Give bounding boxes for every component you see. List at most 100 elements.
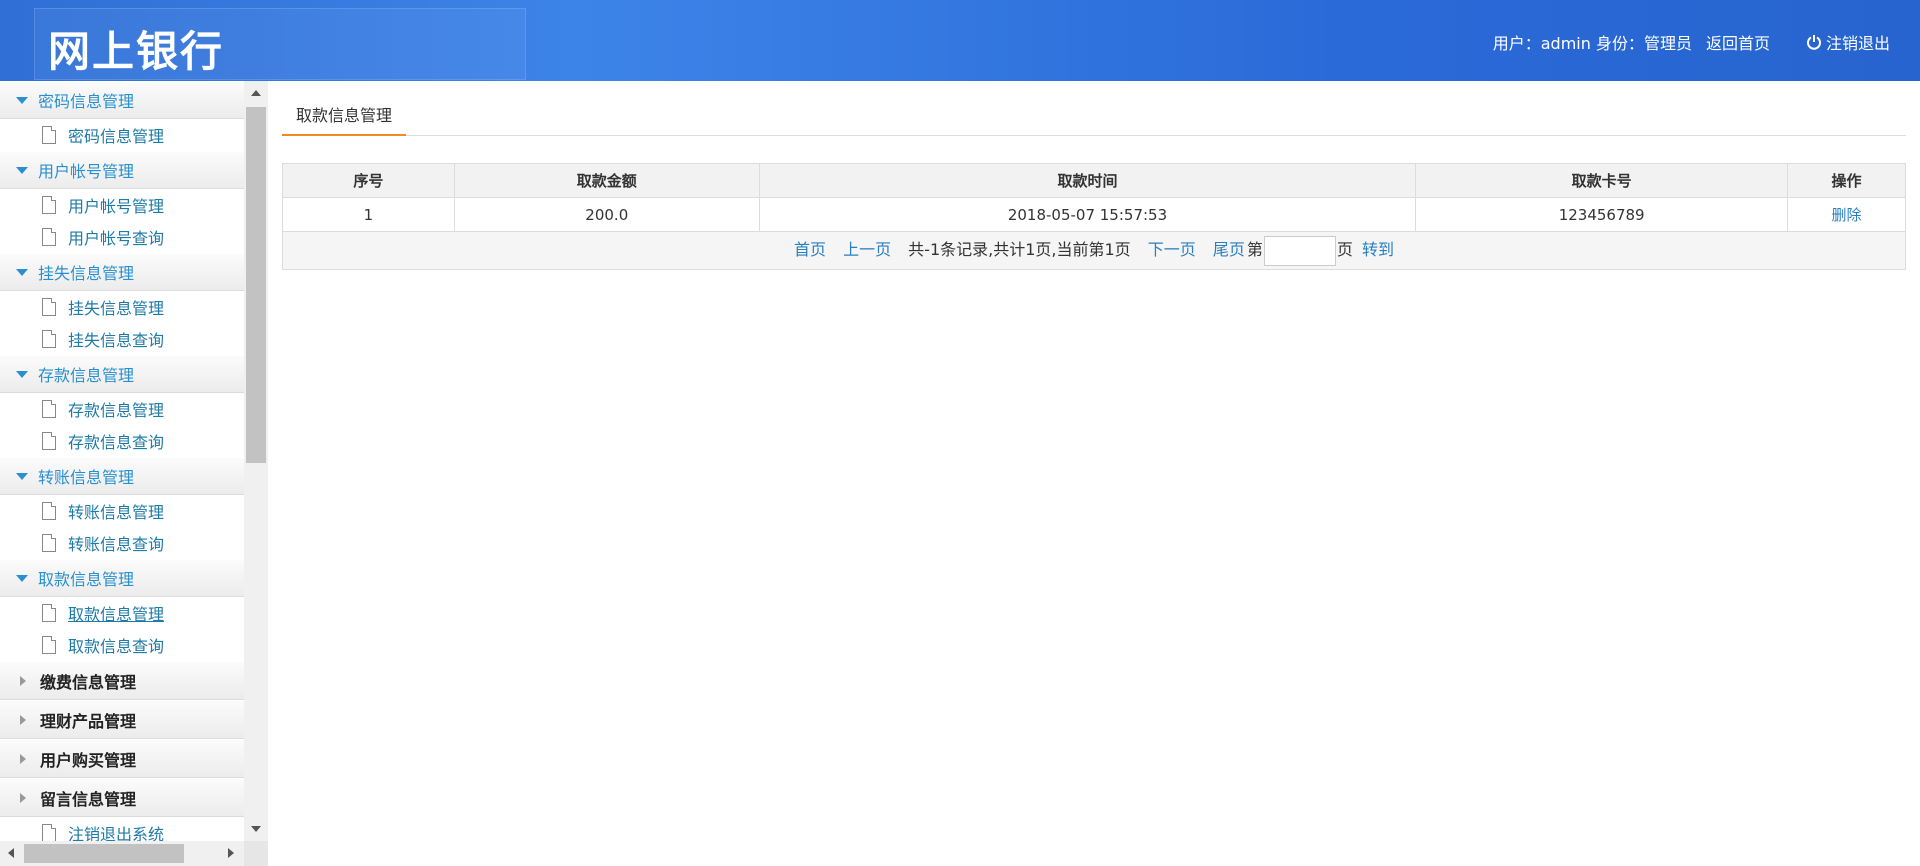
sidebar-item-withdraw-query[interactable]: 取款信息查询 (0, 629, 244, 661)
table-header-row: 序号 取款金额 取款时间 取款卡号 操作 (282, 163, 1906, 198)
sidebar-item-loss-query[interactable]: 挂失信息查询 (0, 323, 244, 355)
sidebar-item-password-manage[interactable]: 密码信息管理 (0, 119, 244, 151)
menu-group-finance-product[interactable]: 理财产品管理 (0, 700, 244, 739)
sidebar-item-label: 注销退出系统 (68, 825, 165, 841)
page-prefix-label: 第 (1246, 240, 1263, 259)
sidebar-vertical-scrollbar[interactable] (244, 81, 268, 841)
sidebar-item-label: 用户帐号管理 (68, 197, 165, 216)
page-suffix-label: 页 (1336, 240, 1353, 259)
document-icon (42, 126, 56, 144)
logout-label: 注销退出 (1825, 34, 1890, 53)
expand-arrow-icon (16, 472, 28, 480)
group-title: 存款信息管理 (38, 366, 135, 385)
horizontal-scroll-thumb[interactable] (24, 844, 184, 863)
group-title: 用户帐号管理 (38, 162, 135, 181)
prev-page-link[interactable]: 上一页 (843, 240, 891, 259)
sidebar-item-label: 转账信息查询 (68, 535, 165, 554)
tab-bar: 取款信息管理 (282, 99, 1906, 136)
sidebar: 密码信息管理 密码信息管理 用户帐号管理 用户帐号管理 用户帐号查询 挂失信息管… (0, 81, 268, 866)
sidebar-item-label: 取款信息查询 (68, 637, 165, 656)
sidebar-item-deposit-query[interactable]: 存款信息查询 (0, 425, 244, 457)
table-row: 1 200.0 2018-05-07 15:57:53 123456789 删除 (282, 197, 1906, 232)
sidebar-item-account-manage[interactable]: 用户帐号管理 (0, 189, 244, 221)
menu-group-loss-report[interactable]: 挂失信息管理 (0, 253, 244, 291)
document-icon (42, 824, 56, 841)
expand-arrow-icon (16, 166, 28, 174)
sidebar-item-loss-manage[interactable]: 挂失信息管理 (0, 291, 244, 323)
sidebar-item-transfer-manage[interactable]: 转账信息管理 (0, 495, 244, 527)
return-home-link[interactable]: 返回首页 (1706, 30, 1770, 54)
scroll-right-arrow-icon[interactable] (228, 848, 234, 858)
menu-group-account[interactable]: 用户帐号管理 (0, 151, 244, 189)
collapse-arrow-icon (20, 714, 26, 725)
sidebar-item-label: 取款信息管理 (68, 605, 165, 624)
menu-group-password[interactable]: 密码信息管理 (0, 81, 244, 119)
menu-group-withdraw[interactable]: 取款信息管理 (0, 559, 244, 597)
collapse-arrow-icon (20, 753, 26, 764)
column-header-amount: 取款金额 (453, 163, 760, 198)
column-header-index: 序号 (282, 163, 455, 198)
user-identity-text: 用户：admin 身份：管理员 (1492, 34, 1692, 53)
site-logo: 网上银行 (48, 27, 225, 76)
page-number-input[interactable] (1263, 235, 1336, 266)
power-icon (1807, 35, 1821, 50)
document-icon (42, 400, 56, 418)
sidebar-item-label: 挂失信息管理 (68, 299, 165, 318)
scrollbar-corner (244, 841, 268, 866)
sidebar-item-label: 存款信息查询 (68, 433, 165, 452)
expand-arrow-icon (16, 370, 28, 378)
menu-group-payment[interactable]: 缴费信息管理 (0, 661, 244, 700)
sidebar-item-label: 密码信息管理 (68, 127, 165, 146)
group-title: 留言信息管理 (40, 789, 137, 809)
sidebar-item-transfer-query[interactable]: 转账信息查询 (0, 527, 244, 559)
document-icon (42, 228, 56, 246)
menu-group-message[interactable]: 留言信息管理 (0, 778, 244, 817)
first-page-link[interactable]: 首页 (794, 240, 826, 259)
menu-group-purchase[interactable]: 用户购买管理 (0, 739, 244, 778)
sidebar-menu: 密码信息管理 密码信息管理 用户帐号管理 用户帐号管理 用户帐号查询 挂失信息管… (0, 81, 244, 841)
group-title: 转账信息管理 (38, 468, 135, 487)
collapse-arrow-icon (20, 792, 26, 803)
sidebar-horizontal-scrollbar[interactable] (0, 841, 244, 866)
scroll-down-arrow-icon[interactable] (251, 826, 261, 832)
group-title: 用户购买管理 (40, 750, 137, 770)
group-title: 挂失信息管理 (38, 264, 135, 283)
sidebar-item-account-query[interactable]: 用户帐号查询 (0, 221, 244, 253)
document-icon (42, 298, 56, 316)
withdraw-table: 序号 取款金额 取款时间 取款卡号 操作 1 200.0 2018-05-07 … (282, 163, 1906, 270)
delete-link[interactable]: 删除 (1832, 206, 1862, 224)
sidebar-item-logout-system[interactable]: 注销退出系统 (0, 817, 244, 841)
vertical-scroll-thumb[interactable] (246, 107, 266, 463)
user-info-bar: 用户：admin 身份：管理员 返回首页 注销退出 (1493, 30, 1898, 54)
menu-group-transfer[interactable]: 转账信息管理 (0, 457, 244, 495)
sidebar-item-withdraw-manage[interactable]: 取款信息管理 (0, 597, 244, 629)
collapse-arrow-icon (20, 675, 26, 686)
expand-arrow-icon (16, 574, 28, 582)
sidebar-item-label: 用户帐号查询 (68, 229, 165, 248)
scroll-left-arrow-icon[interactable] (8, 848, 14, 858)
pager: 首页 上一页 共-1条记录,共计1页,当前第1页 下一页 尾页第 页 转到 (282, 231, 1906, 270)
menu-group-deposit[interactable]: 存款信息管理 (0, 355, 244, 393)
logout-button[interactable]: 注销退出 (1806, 30, 1894, 54)
document-icon (42, 432, 56, 450)
group-title: 理财产品管理 (40, 711, 137, 731)
next-page-link[interactable]: 下一页 (1148, 240, 1196, 259)
last-page-link[interactable]: 尾页 (1213, 240, 1245, 259)
go-to-page-link[interactable]: 转到 (1362, 240, 1394, 259)
pager-row: 首页 上一页 共-1条记录,共计1页,当前第1页 下一页 尾页第 页 转到 (282, 231, 1906, 270)
tab-withdraw-manage[interactable]: 取款信息管理 (282, 99, 407, 136)
cell-card: 123456789 (1415, 197, 1789, 232)
expand-arrow-icon (16, 268, 28, 276)
document-icon (42, 196, 56, 214)
expand-arrow-icon (16, 96, 28, 104)
sidebar-item-label: 挂失信息查询 (68, 331, 165, 350)
document-icon (42, 534, 56, 552)
cell-time: 2018-05-07 15:57:53 (758, 197, 1417, 232)
pager-summary: 共-1条记录,共计1页,当前第1页 (908, 240, 1131, 259)
group-title: 缴费信息管理 (40, 672, 137, 692)
group-title: 取款信息管理 (38, 570, 135, 589)
column-header-card: 取款卡号 (1415, 163, 1789, 198)
scroll-up-arrow-icon[interactable] (251, 90, 261, 96)
document-icon (42, 502, 56, 520)
sidebar-item-deposit-manage[interactable]: 存款信息管理 (0, 393, 244, 425)
